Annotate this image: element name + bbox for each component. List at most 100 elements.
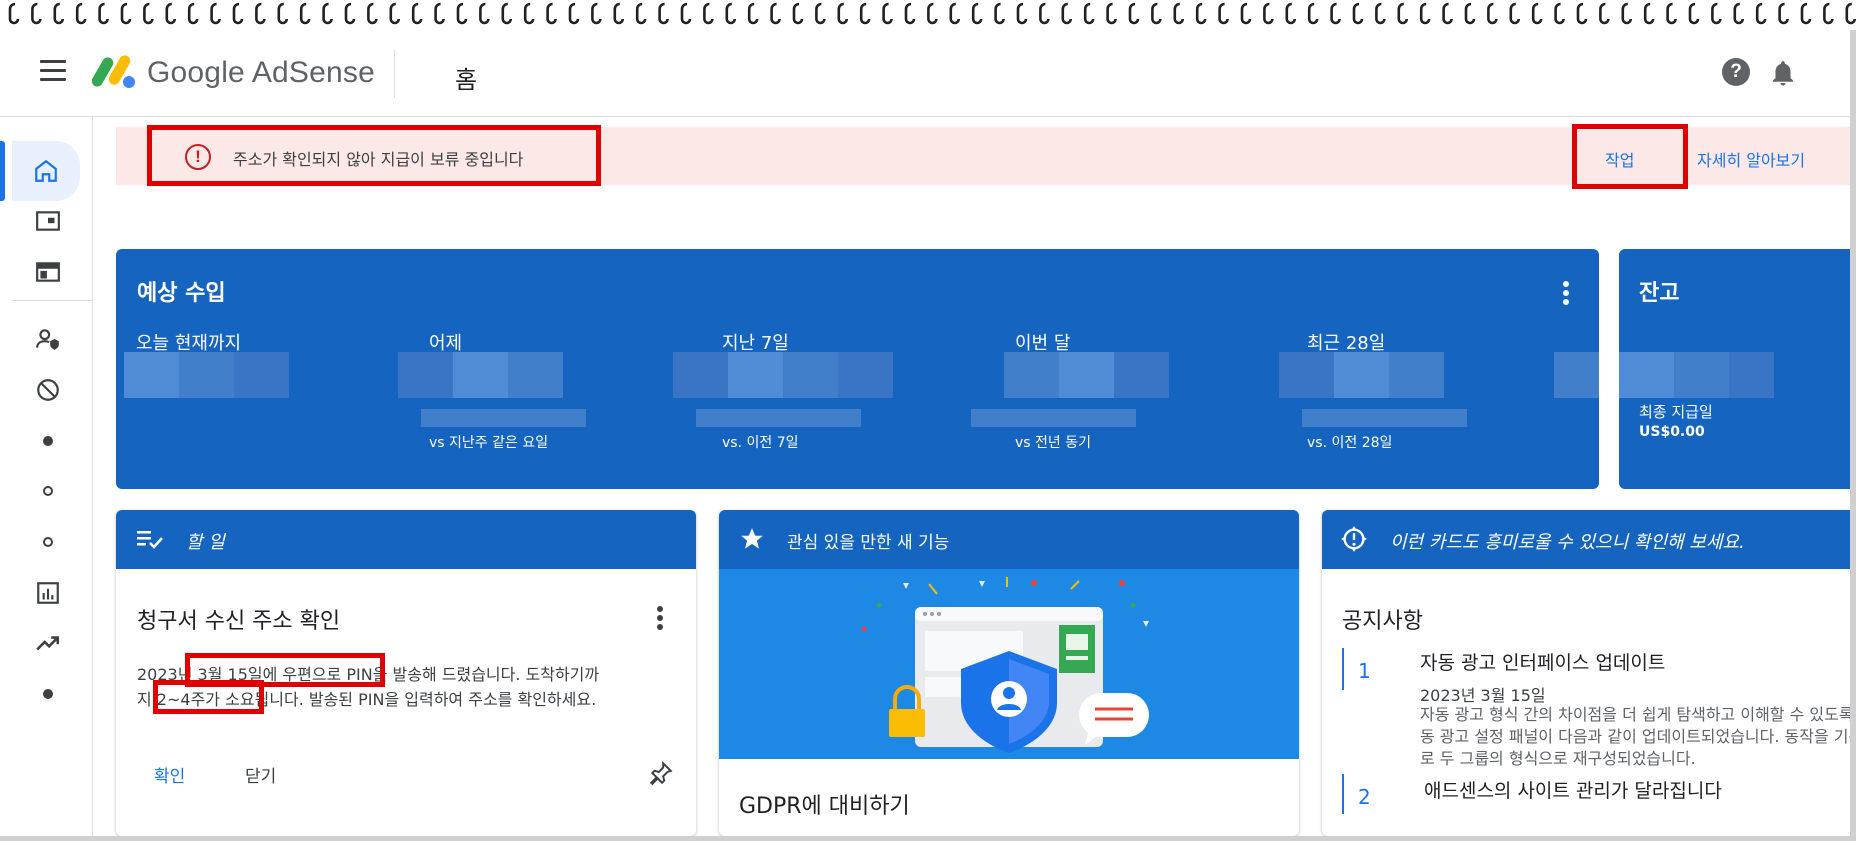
nav-ads[interactable]	[18, 248, 78, 296]
feature-item-title[interactable]: GDPR에 대비하기	[739, 788, 910, 820]
task-list-icon	[137, 531, 163, 549]
nav-item-b[interactable]	[18, 467, 78, 515]
home-icon	[35, 159, 57, 182]
spiral-loop	[1464, 2, 1476, 25]
dot-filled-icon	[43, 436, 53, 446]
spiral-loop	[971, 2, 983, 25]
spiral-loop	[1688, 2, 1700, 25]
brand-divider	[394, 50, 395, 98]
spiral-loop	[1330, 2, 1341, 25]
spiral-loop	[1621, 2, 1633, 25]
last-payment-value: US$0.00	[1639, 424, 1705, 440]
spiral-loop	[1352, 2, 1364, 25]
spiral-loop	[1173, 2, 1185, 25]
spiral-loop	[1218, 2, 1229, 25]
metric-comparison: vs. 이전 28일	[1307, 435, 1393, 451]
suggestions-card: 이런 카드도 흥미로울 수 있으니 확인해 보세요. 공지사항 1 자동 광고 …	[1322, 510, 1856, 836]
spiral-loop	[1397, 2, 1409, 25]
spiral-loop	[75, 2, 87, 25]
spiral-loop	[1240, 2, 1252, 25]
spiral-loop	[792, 2, 804, 25]
metric-comparison: vs 지난주 같은 요일	[429, 435, 549, 451]
nav-reports[interactable]	[18, 569, 78, 617]
more-options-icon[interactable]	[1563, 281, 1569, 308]
redacted-value	[1279, 352, 1334, 398]
block-icon	[37, 379, 59, 401]
nav-item-a[interactable]	[18, 417, 78, 465]
more-options-icon[interactable]	[657, 606, 663, 633]
spiral-loop	[434, 2, 445, 25]
nav-item-c[interactable]	[18, 518, 78, 566]
spiral-loop	[859, 2, 871, 25]
feature-illustration	[719, 569, 1299, 759]
nav-performance[interactable]	[18, 619, 78, 667]
confirm-button[interactable]: 확인	[154, 762, 185, 787]
spiral-loop	[747, 2, 759, 25]
redacted-value	[1389, 352, 1444, 398]
notice-title[interactable]: 자동 광고 인터페이스 업데이트	[1420, 648, 1665, 675]
spiral-decoration	[8, 2, 1857, 25]
spiral-loop	[1531, 2, 1543, 25]
spiral-loop	[770, 2, 781, 25]
spiral-loop	[411, 2, 423, 25]
spiral-loop	[1643, 2, 1655, 25]
learn-more-link[interactable]: 자세히 알아보기	[1697, 147, 1805, 171]
spiral-loop	[1733, 2, 1745, 25]
nav-blocking[interactable]	[18, 366, 78, 414]
redacted-value	[673, 352, 728, 398]
trending-icon	[36, 636, 60, 651]
suggestions-card-header: 이런 카드도 흥미로울 수 있으니 확인해 보세요.	[1322, 510, 1850, 569]
menu-icon[interactable]	[40, 60, 66, 81]
spiral-loop	[523, 2, 535, 25]
spiral-loop	[1106, 2, 1117, 25]
spiral-loop	[1419, 2, 1431, 25]
redacted-value	[1334, 352, 1389, 398]
spiral-loop	[322, 2, 333, 25]
nav-divider	[12, 300, 92, 301]
earnings-title: 예상 수입	[137, 281, 226, 306]
help-icon[interactable]: ?	[1722, 58, 1750, 86]
spiral-loop	[210, 2, 221, 25]
spiral-loop	[299, 2, 311, 25]
redacted-value	[1302, 409, 1467, 427]
redacted-value	[179, 352, 234, 398]
privacy-icon	[36, 329, 59, 350]
notice-body: 자동 광고 형식 간의 차이점을 더 쉽게 탐색하고 이해할 수 있도록 자동 …	[1420, 705, 1856, 768]
notice-number: 1	[1342, 648, 1371, 690]
navigation-rail	[0, 117, 93, 836]
spiral-loop	[1711, 2, 1722, 25]
page-title: 홈	[455, 66, 478, 94]
suggestions-card-title: 이런 카드도 흥미로울 수 있으니 확인해 보세요.	[1390, 532, 1745, 553]
pin-icon[interactable]	[648, 760, 674, 786]
spiral-loop	[1375, 2, 1386, 25]
bell-icon[interactable]	[1768, 58, 1798, 88]
close-button[interactable]: 닫기	[245, 762, 276, 787]
action-button[interactable]: 작업	[1605, 147, 1634, 171]
spiral-loop	[613, 2, 625, 25]
nav-home[interactable]	[0, 141, 80, 201]
top-app-bar: Google AdSense 홈 ?	[0, 30, 1850, 117]
spiral-loop	[635, 2, 647, 25]
spiral-loop	[568, 2, 580, 25]
spiral-loop	[1061, 2, 1073, 25]
dot-hollow-icon	[43, 486, 53, 496]
spiral-loop	[1845, 2, 1857, 25]
spiral-loop	[546, 2, 557, 25]
notice-number: 2	[1342, 774, 1371, 814]
nav-item-d[interactable]	[18, 670, 78, 718]
lightbulb-icon	[1341, 526, 1367, 552]
redacted-value	[1619, 352, 1674, 398]
notice-title[interactable]: 애드센스의 사이트 관리가 달라집니다	[1424, 776, 1722, 803]
star-icon	[741, 528, 763, 549]
ads-icon	[36, 262, 60, 282]
estimated-earnings-card: 예상 수입 오늘 현재까지 어제 지난 7일 이번 달 최근 28일 vs 지난…	[116, 249, 1599, 489]
metric-comparison: vs 전년 동기	[1015, 435, 1091, 451]
spiral-loop	[927, 2, 938, 25]
redacted-value	[234, 352, 289, 398]
nav-sites[interactable]	[18, 197, 78, 245]
last-payment-label: 최종 지급일	[1639, 403, 1713, 421]
metric-comparison: vs. 이전 7일	[722, 435, 799, 451]
nav-privacy[interactable]	[18, 315, 78, 363]
spiral-loop	[8, 2, 20, 25]
redacted-value	[1674, 352, 1729, 398]
